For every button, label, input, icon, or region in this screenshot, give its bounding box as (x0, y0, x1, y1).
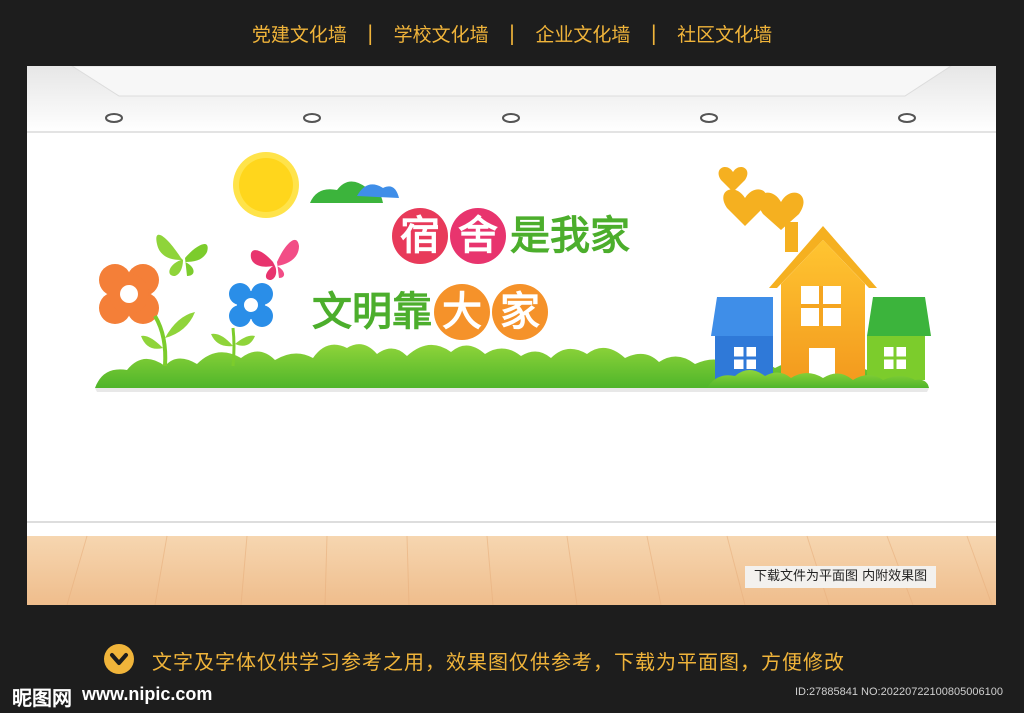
nav-item-party[interactable]: 党建文化墙 (232, 20, 367, 47)
title-line-1: 宿 舍 是 我 家 (392, 208, 630, 264)
title-line-2: 文 明 靠 大 家 (312, 284, 548, 340)
nav-separator: | (366, 21, 374, 45)
butterfly-icon (250, 239, 299, 280)
ceiling-light (105, 113, 123, 123)
nav-item-enterprise[interactable]: 企业文化墙 (515, 20, 650, 47)
cloud-icon (310, 181, 399, 203)
sun-icon (233, 152, 299, 218)
heart-icon (718, 166, 748, 192)
download-note: 下载文件为平面图 内附效果图 (745, 566, 937, 588)
ceiling-light (898, 113, 916, 123)
ceiling-light (502, 113, 520, 123)
ceiling-light (303, 113, 321, 123)
ceiling-light (700, 113, 718, 123)
title-char: 文 (312, 289, 352, 335)
top-nav: 党建文化墙 | 学校文化墙 | 企业文化墙 | 社区文化墙 (0, 0, 1024, 66)
image-id: ID:27885841 NO:20220722100805006100 (795, 686, 1003, 698)
house-illustration (707, 222, 931, 388)
title-char: 靠 (392, 289, 432, 335)
title-char: 我 (550, 213, 590, 259)
chevron-down-icon[interactable] (104, 644, 134, 674)
title-char-circled: 大 (434, 284, 490, 340)
wall-scene: 宿 舍 是 我 家 文 明 靠 大 家 (27, 66, 996, 605)
flower-icon (99, 264, 195, 367)
butterfly-icon (156, 234, 208, 276)
title-char: 明 (352, 289, 392, 335)
brand-logo[interactable]: 昵图网 (12, 682, 72, 711)
nav-separator: | (508, 21, 516, 45)
nav-item-community[interactable]: 社区文化墙 (657, 20, 792, 47)
title-char: 是 (510, 213, 550, 259)
nav-separator: | (650, 21, 658, 45)
title-char-circled: 舍 (450, 208, 506, 264)
brand-url[interactable]: www.nipic.com (82, 684, 212, 705)
nav-item-school[interactable]: 学校文化墙 (374, 20, 509, 47)
title-char-circled: 宿 (392, 208, 448, 264)
disclaimer-text: 文字及字体仅供学习参考之用，效果图仅供参考，下载为平面图，方便修改 (152, 650, 845, 674)
title-char-circled: 家 (492, 284, 548, 340)
title-char: 家 (590, 213, 630, 259)
